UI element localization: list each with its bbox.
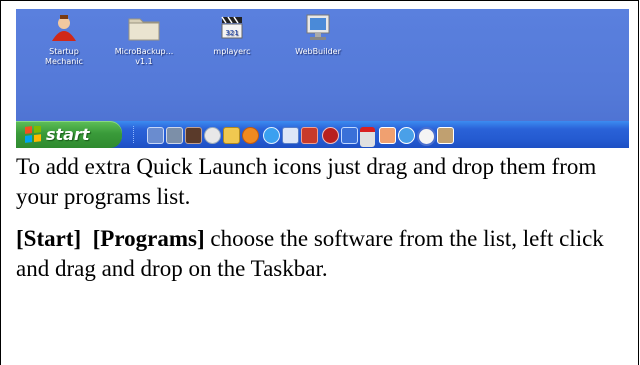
- instructions: To add extra Quick Launch icons just dra…: [16, 152, 626, 284]
- ie-icon[interactable]: [263, 127, 280, 144]
- window-icon[interactable]: [282, 127, 299, 144]
- show-desktop-icon[interactable]: [147, 127, 164, 144]
- desktop-icon-webbuilder[interactable]: WebBuilder: [278, 13, 358, 57]
- taskbar: start: [16, 121, 629, 148]
- monitor-icon: [306, 14, 330, 40]
- instruction-paragraph-2: [Start] [Programs] choose the software f…: [16, 224, 626, 284]
- red-white-icon[interactable]: [360, 127, 375, 147]
- photo-icon[interactable]: [379, 127, 396, 144]
- programs-menu-ref: [Programs]: [92, 226, 205, 251]
- desktop-icon-label: MicroBackup... v1.1: [114, 47, 174, 66]
- media-player-icon: 321: [221, 16, 243, 39]
- blue-app-icon[interactable]: [341, 127, 358, 144]
- network-icon[interactable]: [166, 127, 183, 144]
- red-app-icon[interactable]: [322, 127, 339, 144]
- desktop-screenshot: Startup Mechanic MicroBackup... v1.1 321…: [16, 9, 629, 148]
- film-icon[interactable]: [185, 127, 202, 144]
- folder-icon[interactable]: [223, 127, 240, 144]
- clock-icon[interactable]: [204, 127, 221, 144]
- gear-icon[interactable]: [437, 127, 454, 144]
- start-label: start: [46, 125, 90, 144]
- instruction-paragraph-1: To add extra Quick Launch icons just dra…: [16, 154, 597, 209]
- desktop-icon-startup-mechanic[interactable]: Startup Mechanic: [24, 13, 104, 67]
- media-icon[interactable]: [301, 127, 318, 144]
- start-menu-ref: [Start]: [16, 226, 82, 251]
- start-button[interactable]: start: [16, 121, 122, 148]
- startup-mechanic-icon: [52, 15, 76, 41]
- taskbar-grip[interactable]: [133, 126, 137, 143]
- svg-text:321: 321: [225, 29, 238, 37]
- folder-icon: [128, 18, 160, 41]
- cd-icon[interactable]: [417, 127, 436, 146]
- globe-icon[interactable]: [398, 127, 415, 144]
- desktop-icon-label: WebBuilder: [295, 47, 341, 56]
- firefox-icon[interactable]: [242, 127, 259, 144]
- windows-flag-icon: [25, 126, 41, 143]
- desktop-icon-label: Startup Mechanic: [45, 47, 83, 66]
- desktop-icon-microbackup[interactable]: MicroBackup... v1.1: [104, 13, 184, 67]
- desktop-icon-mplayerc[interactable]: 321 mplayerc: [192, 13, 272, 57]
- desktop-icon-label: mplayerc: [213, 47, 251, 56]
